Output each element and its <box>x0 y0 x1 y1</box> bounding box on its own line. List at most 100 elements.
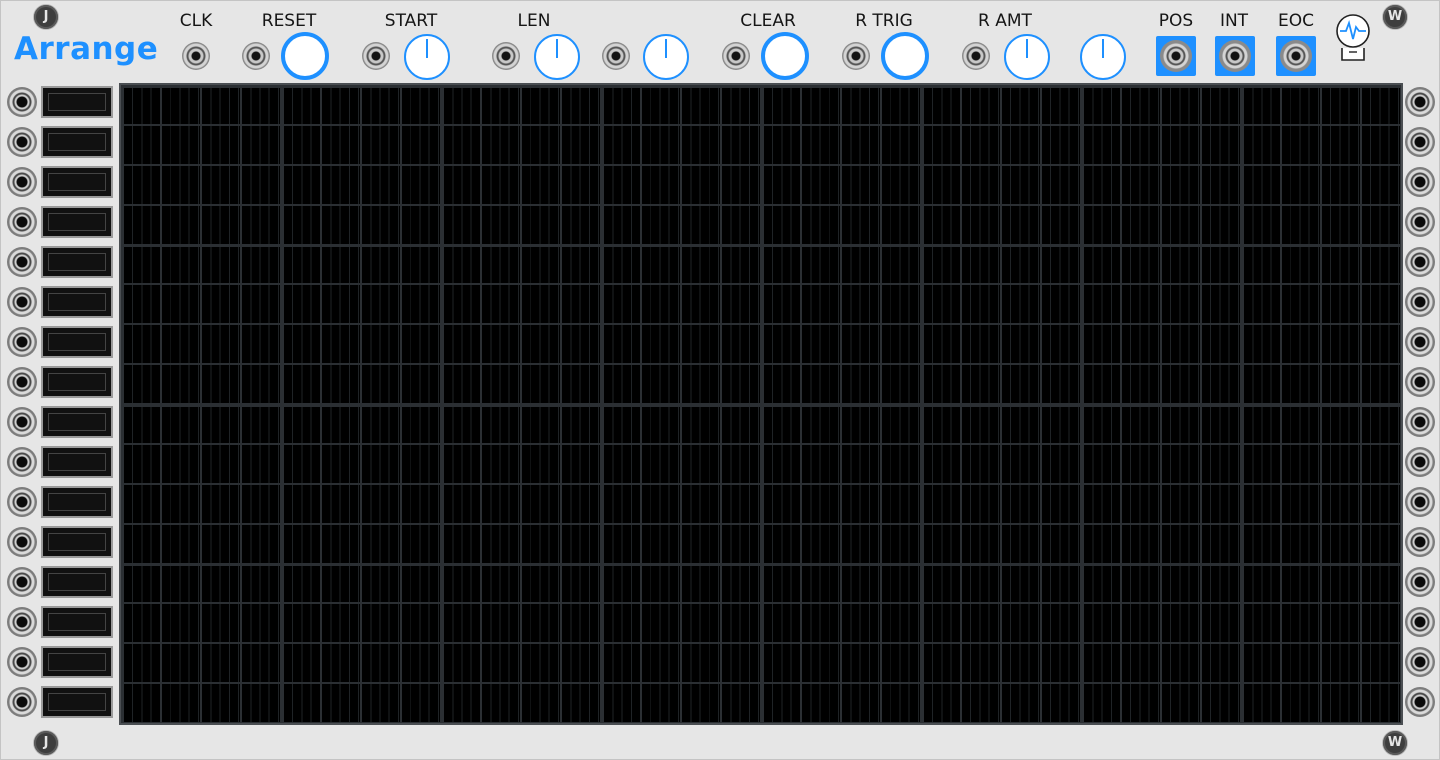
grid-cell[interactable] <box>603 285 640 324</box>
r-amt-2-knob[interactable] <box>1080 34 1126 80</box>
grid-cell[interactable] <box>162 684 200 722</box>
row-output-jack[interactable] <box>1405 447 1435 477</box>
grid-cell[interactable] <box>1322 165 1360 204</box>
grid-cell[interactable] <box>1243 444 1280 483</box>
grid-cell[interactable] <box>322 205 360 244</box>
row-output-jack[interactable] <box>1405 287 1435 317</box>
grid-cell[interactable] <box>923 165 960 204</box>
row-button[interactable] <box>41 526 113 558</box>
grid-cell[interactable] <box>202 165 240 204</box>
grid-cell[interactable] <box>1083 484 1120 523</box>
grid-cell[interactable] <box>722 125 760 164</box>
grid-cell[interactable] <box>1162 566 1200 603</box>
grid-cell[interactable] <box>283 365 320 403</box>
grid-cell[interactable] <box>1282 604 1320 643</box>
grid-cell[interactable] <box>1243 365 1280 403</box>
grid-cell[interactable] <box>1002 604 1040 643</box>
grid-cell[interactable] <box>1282 484 1320 523</box>
grid-cell[interactable] <box>642 285 680 324</box>
grid-cell[interactable] <box>722 484 760 523</box>
grid-cell[interactable] <box>202 325 240 364</box>
grid-cell[interactable] <box>202 644 240 683</box>
grid-cell[interactable] <box>402 205 440 244</box>
grid-cell[interactable] <box>722 165 760 204</box>
grid-cell[interactable] <box>842 325 880 364</box>
grid-cell[interactable] <box>642 406 680 443</box>
grid-cell[interactable] <box>522 684 560 722</box>
grid-cell[interactable] <box>1122 444 1160 483</box>
row-button[interactable] <box>41 326 113 358</box>
grid-cell[interactable] <box>202 285 240 324</box>
grid-cell[interactable] <box>763 644 800 683</box>
grid-cell[interactable] <box>322 285 360 324</box>
grid-cell[interactable] <box>522 406 560 443</box>
grid-cell[interactable] <box>123 524 160 563</box>
grid-cell[interactable] <box>482 247 520 284</box>
grid-cell[interactable] <box>1162 644 1200 683</box>
grid-cell[interactable] <box>362 285 400 324</box>
grid-cell[interactable] <box>162 406 200 443</box>
grid-cell[interactable] <box>322 566 360 603</box>
grid-cell[interactable] <box>882 524 920 563</box>
grid-cell[interactable] <box>443 444 480 483</box>
grid-cell[interactable] <box>923 406 960 443</box>
grid-cell[interactable] <box>603 406 640 443</box>
row-button[interactable] <box>41 606 113 638</box>
grid-cell[interactable] <box>722 247 760 284</box>
grid-cell[interactable] <box>962 444 1000 483</box>
grid-cell[interactable] <box>1002 87 1040 124</box>
grid-cell[interactable] <box>1002 247 1040 284</box>
row-input-jack[interactable] <box>7 287 37 317</box>
grid-cell[interactable] <box>882 125 920 164</box>
eoc-output-jack[interactable] <box>1280 40 1312 72</box>
grid-cell[interactable] <box>1002 566 1040 603</box>
grid-cell[interactable] <box>962 684 1000 722</box>
grid-cell[interactable] <box>1122 406 1160 443</box>
grid-cell[interactable] <box>1282 325 1320 364</box>
grid-cell[interactable] <box>842 285 880 324</box>
grid-cell[interactable] <box>763 205 800 244</box>
grid-cell[interactable] <box>1122 644 1160 683</box>
grid-cell[interactable] <box>1083 644 1120 683</box>
grid-cell[interactable] <box>123 165 160 204</box>
grid-cell[interactable] <box>283 444 320 483</box>
grid-cell[interactable] <box>1282 406 1320 443</box>
grid-cell[interactable] <box>962 205 1000 244</box>
arrange-grid[interactable] <box>119 83 1403 725</box>
grid-cell[interactable] <box>682 444 720 483</box>
grid-cell[interactable] <box>242 524 280 563</box>
grid-cell[interactable] <box>1122 365 1160 403</box>
row-button[interactable] <box>41 566 113 598</box>
grid-cell[interactable] <box>882 365 920 403</box>
grid-cell[interactable] <box>603 87 640 124</box>
grid-cell[interactable] <box>322 87 360 124</box>
grid-cell[interactable] <box>522 165 560 204</box>
len-cv-jack[interactable] <box>492 42 520 70</box>
r-amt-knob[interactable] <box>1004 34 1050 80</box>
grid-cell[interactable] <box>923 566 960 603</box>
grid-cell[interactable] <box>482 644 520 683</box>
grid-cell[interactable] <box>322 365 360 403</box>
grid-cell[interactable] <box>1002 365 1040 403</box>
grid-cell[interactable] <box>162 524 200 563</box>
grid-cell[interactable] <box>402 165 440 204</box>
grid-cell[interactable] <box>842 205 880 244</box>
grid-cell[interactable] <box>1002 165 1040 204</box>
grid-cell[interactable] <box>562 205 600 244</box>
grid-cell[interactable] <box>1162 205 1200 244</box>
grid-cell[interactable] <box>1282 87 1320 124</box>
grid-cell[interactable] <box>362 566 400 603</box>
grid-cell[interactable] <box>402 285 440 324</box>
grid-cell[interactable] <box>283 684 320 722</box>
grid-cell[interactable] <box>1042 365 1080 403</box>
grid-cell[interactable] <box>443 205 480 244</box>
grid-cell[interactable] <box>1202 125 1240 164</box>
grid-cell[interactable] <box>1243 285 1280 324</box>
grid-cell[interactable] <box>882 165 920 204</box>
row-input-jack[interactable] <box>7 607 37 637</box>
grid-cell[interactable] <box>562 325 600 364</box>
grid-cell[interactable] <box>362 325 400 364</box>
grid-cell[interactable] <box>162 644 200 683</box>
row-input-jack[interactable] <box>7 487 37 517</box>
grid-cell[interactable] <box>1322 604 1360 643</box>
